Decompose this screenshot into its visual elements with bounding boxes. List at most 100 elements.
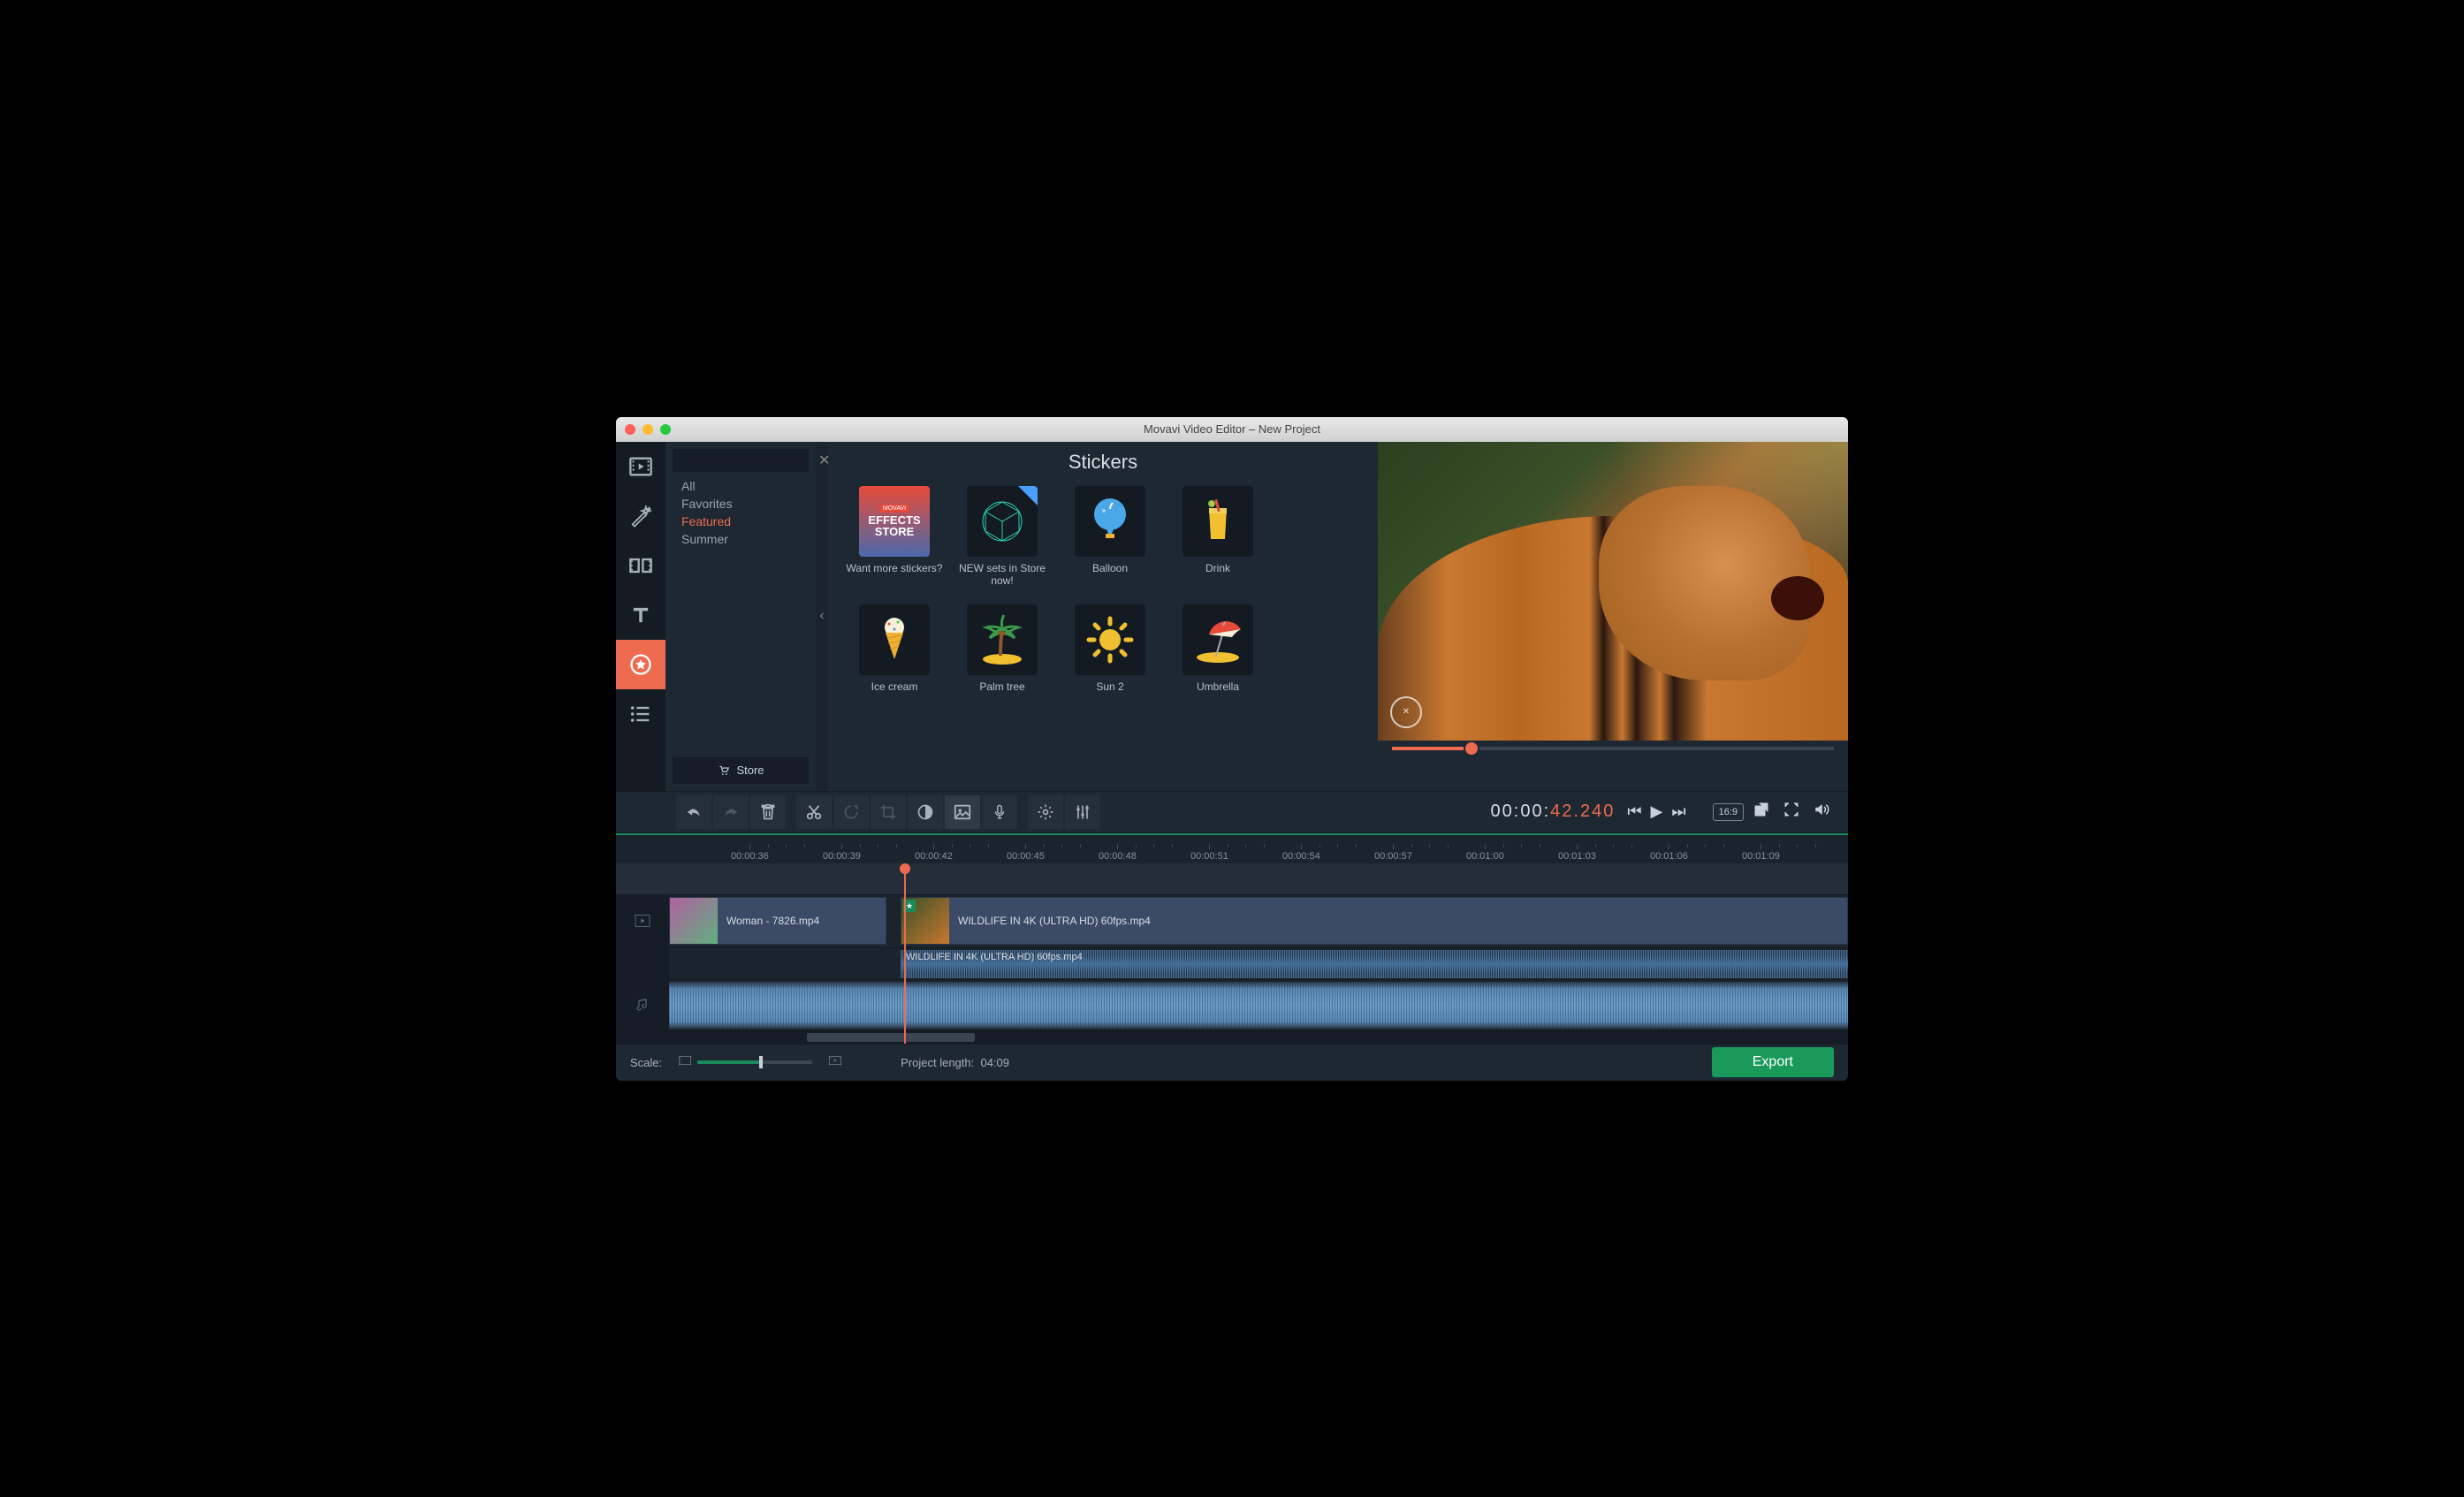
clear-search-icon[interactable]: ✕ bbox=[818, 452, 830, 469]
timeline-scrollbar[interactable] bbox=[616, 1031, 1848, 1044]
sidebar-transitions-tab[interactable] bbox=[616, 541, 665, 590]
ruler-mark: 00:01:09 bbox=[1742, 851, 1780, 862]
left-sidebar bbox=[616, 442, 665, 791]
new-badge-icon bbox=[1018, 486, 1038, 505]
ruler-mark: 00:00:39 bbox=[823, 851, 861, 862]
export-button[interactable]: Export bbox=[1712, 1047, 1834, 1077]
equalizer-button[interactable] bbox=[1065, 795, 1100, 829]
video-track-icon bbox=[616, 895, 669, 947]
sticker-new-sets[interactable]: NEW sets in Store now! bbox=[954, 486, 1051, 588]
preview-canvas[interactable]: ✕ bbox=[1378, 442, 1848, 741]
video-track[interactable]: Woman - 7826.mp4 ★ WILDLIFE IN 4K (ULTRA… bbox=[616, 895, 1848, 948]
category-all[interactable]: All bbox=[676, 477, 805, 495]
cut-button[interactable] bbox=[796, 795, 832, 829]
app-window: Movavi Video Editor – New Project bbox=[616, 417, 1848, 1081]
settings-button[interactable] bbox=[1028, 795, 1063, 829]
scale-slider[interactable] bbox=[697, 1060, 812, 1064]
project-length: Project length: 04:09 bbox=[901, 1056, 1009, 1069]
timeline: 00:00:36 00:00:39 00:00:42 00:00:45 00:00:48… bbox=[616, 833, 1848, 1044]
category-panel: ✕ All Favorites Featured Summer Store bbox=[665, 442, 816, 791]
category-favorites[interactable]: Favorites bbox=[676, 495, 805, 513]
panel-title: Stickers bbox=[846, 451, 1360, 474]
audio-clip-wildlife[interactable]: WILDLIFE IN 4K (ULTRA HD) 60fps.mp4 bbox=[901, 950, 1848, 978]
music-track-icon bbox=[616, 980, 669, 1030]
timeline-ruler[interactable]: 00:00:36 00:00:39 00:00:42 00:00:45 00:00:48… bbox=[616, 833, 1848, 863]
volume-icon[interactable] bbox=[1809, 802, 1834, 822]
next-button[interactable]: ⏭ bbox=[1671, 802, 1685, 821]
scrollbar-thumb[interactable] bbox=[807, 1033, 975, 1042]
watermark-icon: ✕ bbox=[1390, 696, 1422, 728]
playback-controls: ⏮ ▶ ⏭ bbox=[1627, 802, 1685, 821]
store-button[interactable]: Store bbox=[673, 757, 809, 784]
music-clip[interactable] bbox=[669, 982, 1848, 1029]
ruler-mark: 00:00:54 bbox=[1282, 851, 1320, 862]
tracks-container: Woman - 7826.mp4 ★ WILDLIFE IN 4K (ULTRA… bbox=[616, 863, 1848, 1044]
ruler-mark: 00:01:06 bbox=[1650, 851, 1688, 862]
close-window-button[interactable] bbox=[625, 424, 635, 435]
preview-panel: ✕ bbox=[1378, 442, 1848, 791]
timecode-display: 00:00:42.240 bbox=[1491, 802, 1616, 823]
scale-label: Scale: bbox=[630, 1056, 662, 1069]
pop-out-icon[interactable] bbox=[1749, 802, 1774, 822]
sticker-drink[interactable]: Drink bbox=[1169, 486, 1266, 588]
linked-audio-head bbox=[616, 948, 669, 979]
crop-button[interactable] bbox=[871, 795, 906, 829]
zoom-in-icon[interactable] bbox=[823, 1054, 848, 1070]
sidebar-stickers-tab[interactable] bbox=[616, 640, 665, 689]
sticker-balloon[interactable]: Balloon bbox=[1061, 486, 1159, 588]
ruler-mark: 00:00:45 bbox=[1007, 851, 1045, 862]
sticker-sun[interactable]: Sun 2 bbox=[1061, 604, 1159, 693]
sticker-palm[interactable]: Palm tree bbox=[954, 604, 1051, 693]
clip-woman[interactable]: Woman - 7826.mp4 bbox=[669, 897, 886, 945]
sticker-want-more[interactable]: MOVAVIEFFECTSSTORE Want more stickers? bbox=[846, 486, 943, 588]
ruler-mark: 00:01:03 bbox=[1558, 851, 1596, 862]
delete-button[interactable] bbox=[750, 795, 786, 829]
rotate-button[interactable] bbox=[833, 795, 869, 829]
view-controls: 16:9 bbox=[1713, 802, 1834, 822]
clip-star-icon: ★ bbox=[903, 900, 916, 912]
sidebar-more-tab[interactable] bbox=[616, 689, 665, 739]
prev-button[interactable]: ⏮ bbox=[1627, 802, 1641, 821]
cart-icon bbox=[717, 764, 731, 777]
sticker-grid: MOVAVIEFFECTSSTORE Want more stickers? N… bbox=[846, 486, 1360, 694]
linked-audio-track[interactable]: WILDLIFE IN 4K (ULTRA HD) 60fps.mp4 bbox=[616, 948, 1848, 980]
footer-bar: Scale: Project length: 04:09 Export bbox=[616, 1044, 1848, 1081]
ruler-mark: 00:01:00 bbox=[1466, 851, 1504, 862]
traffic-lights bbox=[625, 424, 671, 435]
ruler-mark: 00:00:57 bbox=[1374, 851, 1412, 862]
sticker-umbrella[interactable]: Umbrella bbox=[1169, 604, 1266, 693]
sticker-icecream[interactable]: Ice cream bbox=[846, 604, 943, 693]
color-button[interactable] bbox=[908, 795, 943, 829]
window-title: Movavi Video Editor – New Project bbox=[1144, 422, 1320, 436]
preview-scrubber[interactable] bbox=[1378, 741, 1848, 756]
spacer-track bbox=[616, 863, 1848, 895]
undo-button[interactable] bbox=[676, 795, 711, 829]
music-track[interactable] bbox=[616, 980, 1848, 1031]
ruler-mark: 00:00:36 bbox=[731, 851, 769, 862]
minimize-window-button[interactable] bbox=[643, 424, 653, 435]
ruler-mark: 00:00:42 bbox=[915, 851, 953, 862]
clip-wildlife[interactable]: ★ WILDLIFE IN 4K (ULTRA HD) 60fps.mp4 bbox=[901, 897, 1848, 945]
sidebar-titles-tab[interactable] bbox=[616, 590, 665, 640]
play-button[interactable]: ▶ bbox=[1651, 802, 1663, 821]
aspect-ratio-button[interactable]: 16:9 bbox=[1713, 803, 1744, 821]
category-summer[interactable]: Summer bbox=[676, 530, 805, 548]
mic-button[interactable] bbox=[982, 795, 1017, 829]
ruler-mark: 00:00:51 bbox=[1190, 851, 1228, 862]
maximize-window-button[interactable] bbox=[660, 424, 671, 435]
fullscreen-icon[interactable] bbox=[1779, 802, 1804, 822]
redo-button[interactable] bbox=[713, 795, 749, 829]
collapse-handle[interactable]: ‹ bbox=[816, 442, 828, 791]
category-featured[interactable]: Featured bbox=[676, 513, 805, 530]
sidebar-filters-tab[interactable] bbox=[616, 491, 665, 541]
controls-row: 00:00:42.240 ⏮ ▶ ⏭ 16:9 bbox=[616, 791, 1848, 833]
title-bar: Movavi Video Editor – New Project bbox=[616, 417, 1848, 442]
sidebar-media-tab[interactable] bbox=[616, 442, 665, 491]
zoom-out-icon[interactable] bbox=[673, 1054, 697, 1070]
search-box[interactable]: ✕ bbox=[673, 449, 809, 472]
ruler-mark: 00:00:48 bbox=[1099, 851, 1137, 862]
sticker-area: Stickers MOVAVIEFFECTSSTORE Want more st… bbox=[828, 442, 1378, 791]
image-button[interactable] bbox=[945, 795, 980, 829]
category-list: All Favorites Featured Summer bbox=[673, 472, 809, 757]
search-input[interactable] bbox=[681, 454, 818, 467]
